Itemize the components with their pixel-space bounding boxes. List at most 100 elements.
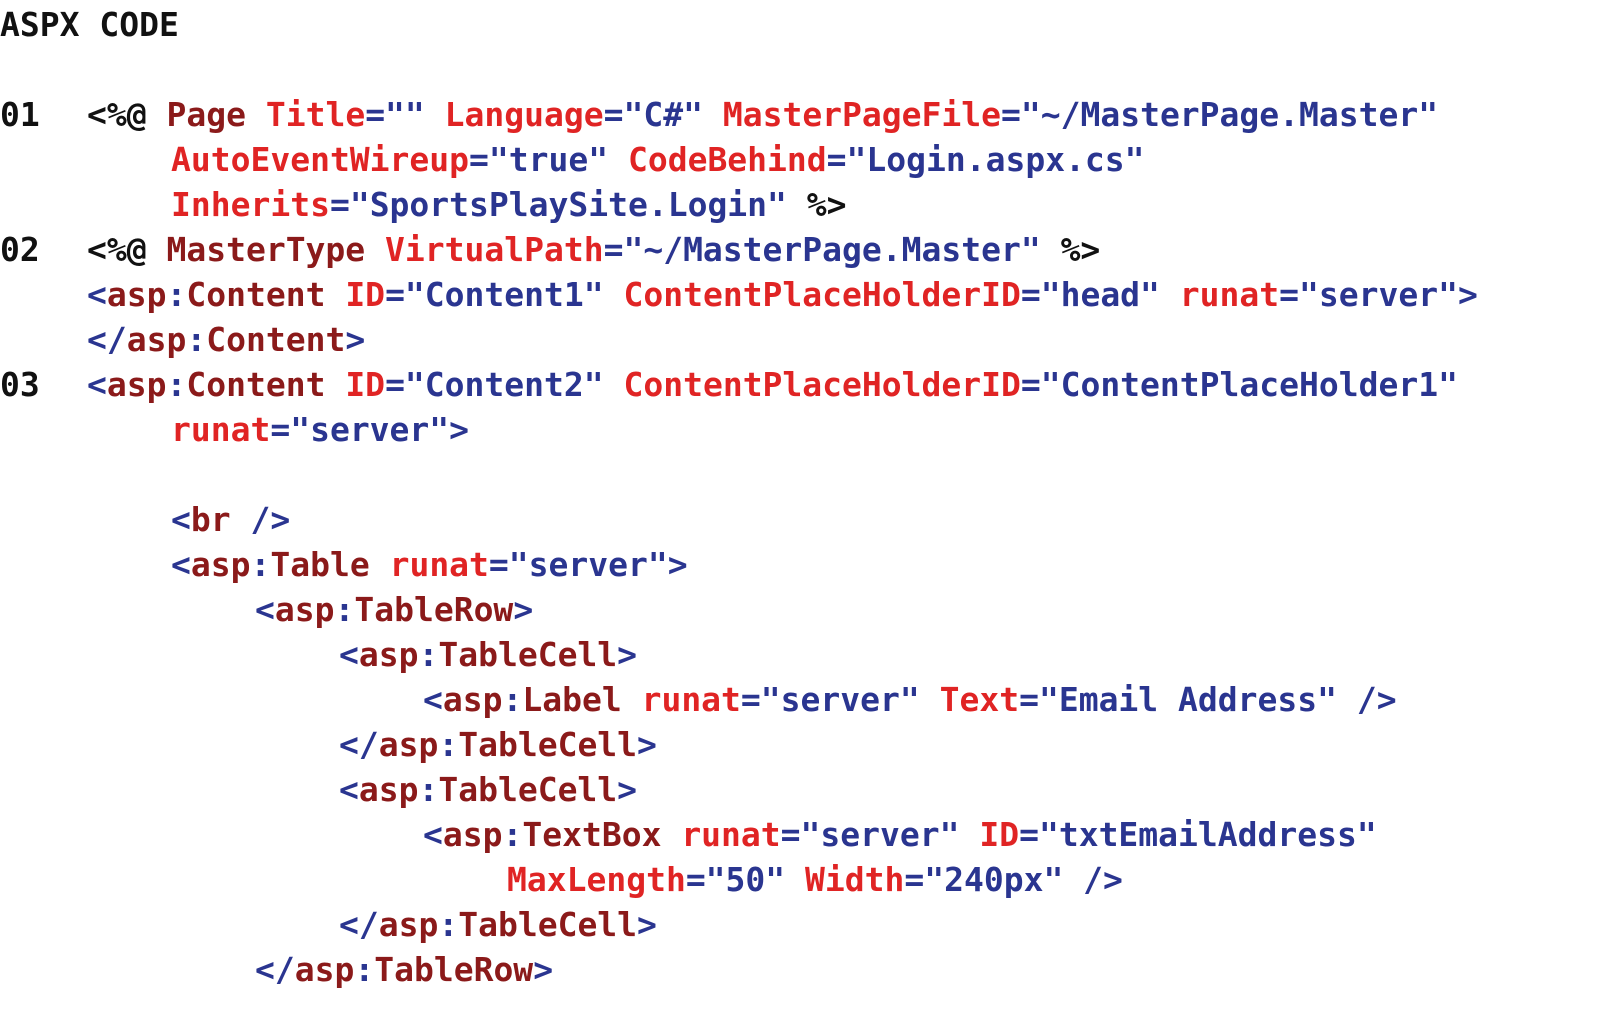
code-token-kw: asp [378, 725, 439, 764]
code-token-punc: : [186, 320, 207, 359]
line-number: 02 [0, 230, 40, 269]
code-token-punc: : [418, 635, 439, 674]
code-text: <asp:Content ID="Content1" ContentPlaceH… [87, 272, 1478, 317]
code-token-val: ="true" [469, 140, 628, 179]
code-text: MaxLength="50" Width="240px" /> [507, 857, 1123, 902]
code-token-attr: runat [681, 815, 781, 854]
code-token-punc: < [423, 815, 443, 854]
code-line: AutoEventWireup="true" CodeBehind="Login… [0, 137, 1613, 182]
code-token-punc: </ [339, 725, 379, 764]
code-token-punc: : [502, 680, 523, 719]
code-token-val: ="SportsPlaySite.Login" [329, 185, 807, 224]
code-line: 01 <%@ Page Title="" Language="C#" Master… [0, 92, 1613, 137]
code-token-kw: asp [294, 950, 355, 989]
code-token-val: ="txtEmailAddress" [1019, 815, 1377, 854]
code-token-val: ="server"> [270, 410, 470, 449]
code-line: 02 <%@ MasterType VirtualPath="~/MasterPa… [0, 227, 1613, 272]
code-token-kw: TableCell [458, 725, 638, 764]
code-text: </asp:Content> [87, 317, 365, 362]
code-token-val: ="server"> [488, 545, 688, 584]
code-token-kw: asp [190, 545, 251, 584]
code-token-val: ="~/MasterPage.Master" [1001, 95, 1439, 134]
code-token-val: ="head" [1020, 275, 1180, 314]
code-token-kw: asp [126, 320, 187, 359]
line-number: 01 [0, 95, 40, 134]
code-text: </asp:TableCell> [339, 902, 657, 947]
code-line: <asp:Table runat="server"> [0, 542, 1613, 587]
code-token-val: ="server" [780, 815, 980, 854]
code-token-kw: br [190, 500, 231, 539]
code-line: </asp:Content> [0, 317, 1613, 362]
code-text: </asp:TableCell> [339, 722, 657, 767]
code-line: Inherits="SportsPlaySite.Login" %> [0, 182, 1613, 227]
code-token-attr: Inherits [171, 185, 330, 224]
code-token-kw: asp [378, 905, 439, 944]
code-token-kw: Content [206, 320, 346, 359]
code-text: <asp:Label runat="server" Text="Email Ad… [423, 677, 1397, 722]
code-line: MaxLength="50" Width="240px" /> [0, 857, 1613, 902]
code-text: <asp:Table runat="server"> [171, 542, 688, 587]
code-token-punc: < [255, 590, 275, 629]
code-token-punc: < [171, 545, 191, 584]
code-token-kw: Page [166, 95, 246, 134]
code-token-val: ="50" [685, 860, 806, 899]
code-line: </asp:TableRow> [0, 947, 1613, 992]
code-token-punc: < [87, 365, 107, 404]
code-text: <asp:Content ID="Content2" ContentPlaceH… [87, 362, 1458, 407]
code-token-punc: < [171, 500, 191, 539]
code-text: runat="server"> [171, 407, 469, 452]
code-token-punc: </ [87, 320, 127, 359]
code-line: <asp:TableCell> [0, 632, 1613, 677]
code-listing: ASPX CODE 01 <%@ Page Title="" Language="… [0, 0, 1613, 1021]
code-token-punc: < [339, 635, 359, 674]
code-token-kw: TableRow [354, 590, 514, 629]
code-token-kw: asp [106, 365, 167, 404]
code-line: </asp:TableCell> [0, 722, 1613, 767]
line-number: 03 [0, 365, 40, 404]
code-line: </asp:TableCell> [0, 902, 1613, 947]
code-line: runat="server"> [0, 407, 1613, 452]
code-token-punc: > [637, 905, 657, 944]
code-text: <br /> [171, 497, 290, 542]
code-text: <%@ MasterType VirtualPath="~/MasterPage… [87, 227, 1100, 272]
code-line: <asp:Label runat="server" Text="Email Ad… [0, 677, 1613, 722]
code-token-kw: Label [522, 680, 622, 719]
code-line: <asp:TextBox runat="server" ID="txtEmail… [0, 812, 1613, 857]
code-token-kw: Content [186, 365, 326, 404]
code-token-punc: : [250, 545, 271, 584]
code-text: <asp:TextBox runat="server" ID="txtEmail… [423, 812, 1377, 857]
code-token-attr: runat [389, 545, 489, 584]
code-token-punc: > [345, 320, 366, 359]
listing-heading: ASPX CODE [0, 5, 179, 44]
code-token-punc: : [334, 590, 355, 629]
code-token-val: ="Login.aspx.cs" [826, 140, 1145, 179]
code-token-kw: asp [442, 815, 503, 854]
code-token-dir: <%@ [87, 95, 167, 134]
code-token-punc: > [617, 635, 638, 674]
code-token-punc: : [418, 770, 439, 809]
code-token-punc: : [438, 725, 459, 764]
code-text: <%@ Page Title="" Language="C#" MasterPa… [87, 92, 1438, 137]
code-token-punc: < [87, 275, 107, 314]
code-token-kw: asp [442, 680, 503, 719]
code-token-kw: asp [358, 770, 419, 809]
code-token-punc: : [166, 275, 187, 314]
code-line: <asp:Content ID="Content1" ContentPlaceH… [0, 272, 1613, 317]
code-token-kw: TableRow [374, 950, 534, 989]
code-token-attr: MaxLength [507, 860, 686, 899]
code-token-attr: runat [171, 410, 271, 449]
code-token-val: ="Content1" [385, 275, 624, 314]
code-token-attr: Language [444, 95, 604, 134]
code-token-attr: AutoEventWireup [171, 140, 470, 179]
code-token-punc: </ [255, 950, 295, 989]
code-line: <br /> [0, 497, 1613, 542]
code-token-punc: > [533, 950, 554, 989]
code-token-kw: asp [358, 635, 419, 674]
code-text: </asp:TableRow> [255, 947, 553, 992]
